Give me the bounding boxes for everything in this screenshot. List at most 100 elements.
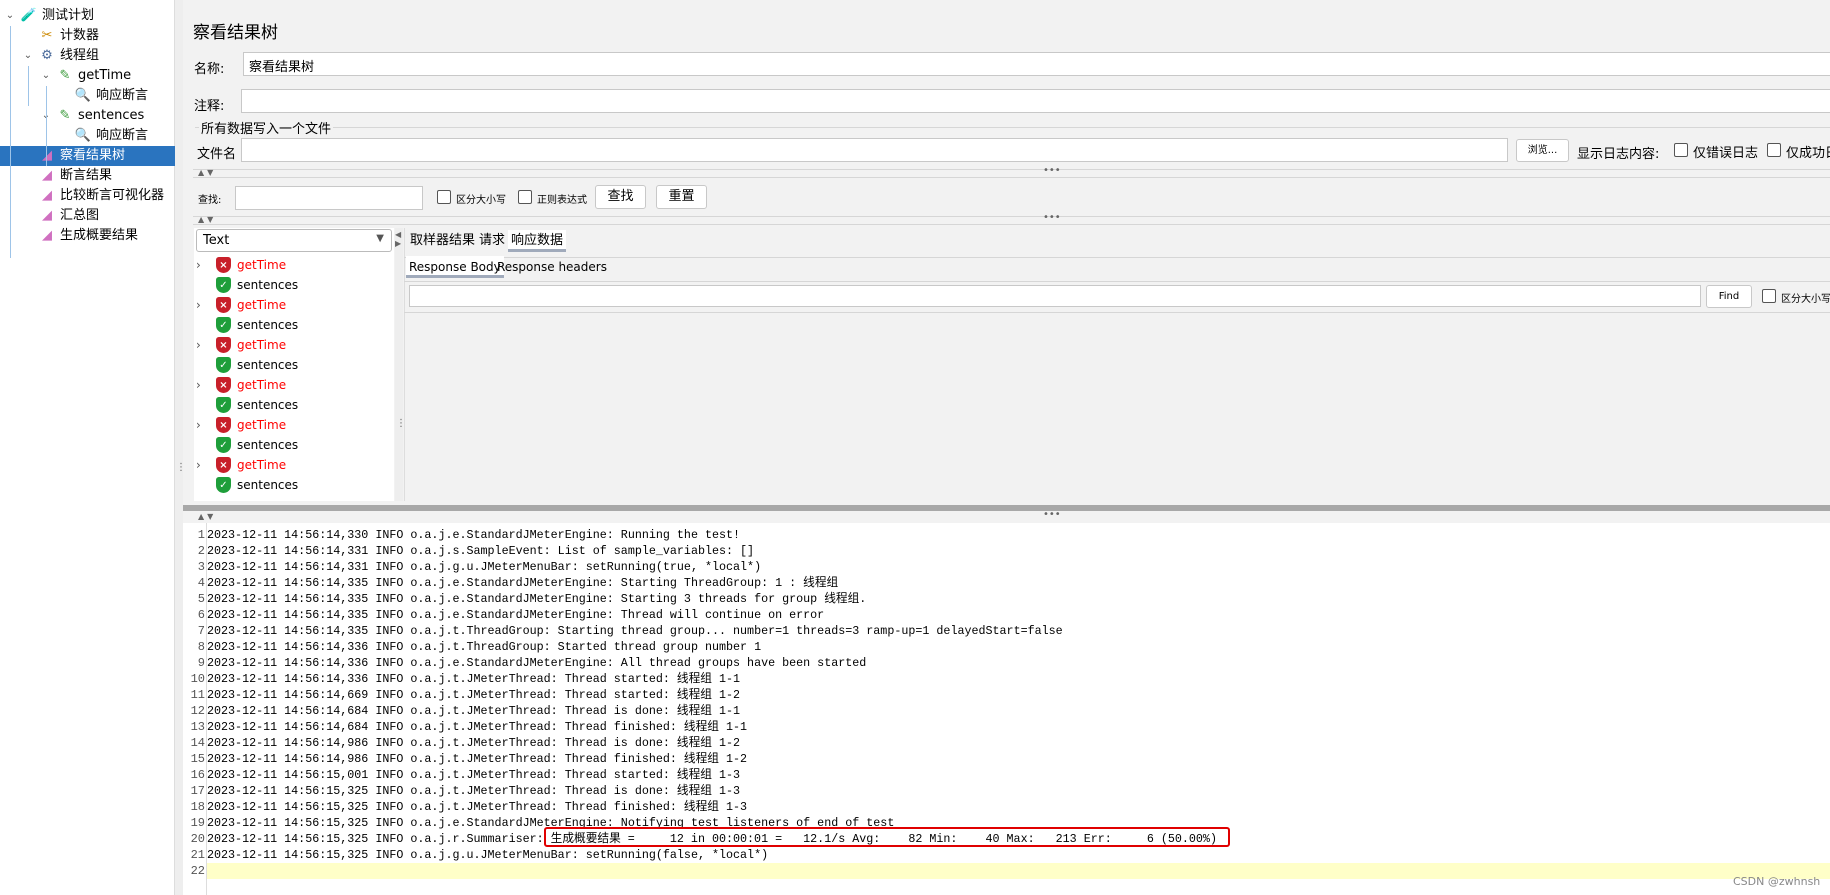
current-line-highlight <box>207 863 1830 879</box>
line-number: 1 <box>197 528 205 542</box>
chevron-down-icon[interactable]: ⌄ <box>40 66 52 86</box>
chevron-right-icon[interactable]: › <box>196 458 210 472</box>
log-line: 2023-12-11 14:56:14,684 INFO o.a.j.t.JMe… <box>207 704 741 718</box>
splitter-grip-icon[interactable]: ••• <box>1043 509 1061 520</box>
log-line: 2023-12-11 14:56:14,336 INFO o.a.j.e.Sta… <box>207 656 867 670</box>
listener-chart-icon: ◢ <box>42 228 52 243</box>
tree-node[interactable]: ⌄ 🧪 测试计划 <box>4 6 94 26</box>
renderer-selected: Text <box>203 233 230 248</box>
case-sensitive-label: 区分大小写 <box>456 195 506 206</box>
log-line: 2023-12-11 14:56:14,335 INFO o.a.j.t.Thr… <box>207 624 1063 638</box>
listener-chart-icon: ◢ <box>42 208 52 223</box>
watermark: CSDN @zwhnsh <box>1733 875 1821 888</box>
chevron-right-icon[interactable]: › <box>196 298 210 312</box>
chevron-down-icon[interactable]: ⌄ <box>22 46 34 66</box>
tab-1[interactable]: 请求 <box>476 230 508 252</box>
chevron-right-icon[interactable]: › <box>196 418 210 432</box>
chevron-right-icon[interactable]: › <box>196 258 210 272</box>
line-number: 20 <box>190 832 205 846</box>
result-item[interactable]: › × getTime <box>196 295 286 315</box>
name-input[interactable]: 察看结果树 <box>243 52 1830 76</box>
tab-2[interactable]: 响应数据 <box>508 230 567 252</box>
comment-label: 注释: <box>194 99 225 114</box>
browse-button[interactable]: 浏览... <box>1516 139 1569 162</box>
result-item[interactable]: ✓ sentences <box>196 395 298 415</box>
tree-node[interactable]: ◢ 比较断言可视化器 <box>22 186 164 206</box>
result-label: getTime <box>237 298 287 312</box>
result-item[interactable]: › × getTime <box>196 335 286 355</box>
success-shield-icon: ✓ <box>216 357 231 373</box>
collapse-arrows-icon[interactable]: ▲▼ <box>198 168 216 177</box>
subtab-0[interactable]: Response Body <box>406 256 504 278</box>
tree-node-label: 比较断言可视化器 <box>60 188 165 203</box>
success-shield-icon: ✓ <box>216 397 231 413</box>
tree-node-label: 线程组 <box>60 48 100 63</box>
tree-node[interactable]: 🔍 响应断言 <box>58 126 148 146</box>
result-item[interactable]: ✓ sentences <box>196 355 298 375</box>
tree-node[interactable]: ✂ 计数器 <box>22 26 99 46</box>
result-item[interactable]: › × getTime <box>196 455 286 475</box>
sampler-pipette-icon: ✎ <box>59 68 71 83</box>
errors-only-checkbox[interactable] <box>1674 143 1688 157</box>
result-item[interactable]: › × getTime <box>196 375 286 395</box>
response-case-checkbox[interactable] <box>1762 289 1776 303</box>
collapse-arrows-icon[interactable]: ▲▼ <box>198 215 216 224</box>
success-only-checkbox[interactable] <box>1767 143 1781 157</box>
reset-button[interactable]: 重置 <box>656 185 707 209</box>
tab-0[interactable]: 取样器结果 <box>407 230 478 252</box>
tree-node[interactable]: ⌄ ✎ sentences <box>40 106 144 126</box>
result-label: getTime <box>237 458 287 472</box>
log-splitter[interactable] <box>183 505 1830 511</box>
tree-node[interactable]: ◢ 断言结果 <box>22 166 112 186</box>
line-number: 21 <box>190 848 205 862</box>
failure-shield-icon: × <box>216 457 231 473</box>
log-line: 2023-12-11 14:56:14,986 INFO o.a.j.t.JMe… <box>207 736 741 750</box>
splitter-grip-icon[interactable]: ••• <box>1043 165 1061 176</box>
result-item[interactable]: › × getTime <box>196 255 286 275</box>
tree-node[interactable]: ⌄ ⚙ 线程组 <box>22 46 99 66</box>
case-sensitive-checkbox[interactable] <box>437 190 451 204</box>
chevron-right-icon[interactable]: › <box>196 378 210 392</box>
tree-node[interactable]: ◢ 生成概要结果 <box>22 226 138 246</box>
splitter-grip-icon[interactable]: ••• <box>1043 212 1061 223</box>
result-item[interactable]: ✓ sentences <box>196 475 298 495</box>
regex-label: 正则表达式 <box>537 195 587 206</box>
line-number: 12 <box>190 704 205 718</box>
result-item[interactable]: ✓ sentences <box>196 435 298 455</box>
success-shield-icon: ✓ <box>216 437 231 453</box>
response-find-input[interactable] <box>409 285 1701 307</box>
find-button[interactable]: 查找 <box>595 185 646 209</box>
vertical-splitter[interactable]: ⋮ <box>175 0 186 895</box>
tree-node-label: 生成概要结果 <box>60 228 139 243</box>
result-item[interactable]: › × getTime <box>196 415 286 435</box>
results-splitter[interactable]: ◀ ▶ ⋮ <box>395 228 406 501</box>
search-input[interactable] <box>235 186 423 210</box>
log-line: 2023-12-11 14:56:15,325 INFO o.a.j.t.JMe… <box>207 784 741 798</box>
page-title: 察看结果树 <box>193 23 278 43</box>
line-number: 14 <box>190 736 205 750</box>
tree-node[interactable]: ◢ 察看结果树 <box>0 146 175 166</box>
regex-checkbox[interactable] <box>518 190 532 204</box>
log-line: 2023-12-11 14:56:14,331 INFO o.a.j.s.Sam… <box>207 544 755 558</box>
tree-node[interactable]: ⌄ ✎ getTime <box>40 66 131 86</box>
comment-input[interactable] <box>241 89 1830 113</box>
file-input[interactable] <box>241 138 1508 162</box>
tree-node[interactable]: ◢ 汇总图 <box>22 206 99 226</box>
line-number: 4 <box>197 576 205 590</box>
line-number: 13 <box>190 720 205 734</box>
file-label: 文件名 <box>197 147 237 162</box>
response-find-button[interactable]: Find <box>1706 285 1752 308</box>
response-case-label: 区分大小写 <box>1781 294 1830 305</box>
log-line: 2023-12-11 14:56:14,330 INFO o.a.j.e.Sta… <box>207 528 741 542</box>
result-item[interactable]: ✓ sentences <box>196 275 298 295</box>
subtab-1[interactable]: Response headers <box>494 256 610 278</box>
collapse-arrows-icon[interactable]: ▲▼ <box>198 512 216 521</box>
chevron-down-icon[interactable]: ⌄ <box>4 6 16 26</box>
log-line: 2023-12-11 14:56:14,336 INFO o.a.j.t.JMe… <box>207 672 741 686</box>
chevron-right-icon[interactable]: › <box>196 338 210 352</box>
renderer-select[interactable]: Text ▼ <box>196 229 392 252</box>
tree-node[interactable]: 🔍 响应断言 <box>58 86 148 106</box>
errors-only-label: 仅错误日志 <box>1693 146 1759 161</box>
test-plan-tree[interactable]: ⌄ 🧪 测试计划 ✂ 计数器 ⌄ ⚙ 线程组 ⌄ ✎ getTime 🔍 响应断言 ⌄ ✎ sentences… <box>0 0 175 895</box>
result-item[interactable]: ✓ sentences <box>196 315 298 335</box>
